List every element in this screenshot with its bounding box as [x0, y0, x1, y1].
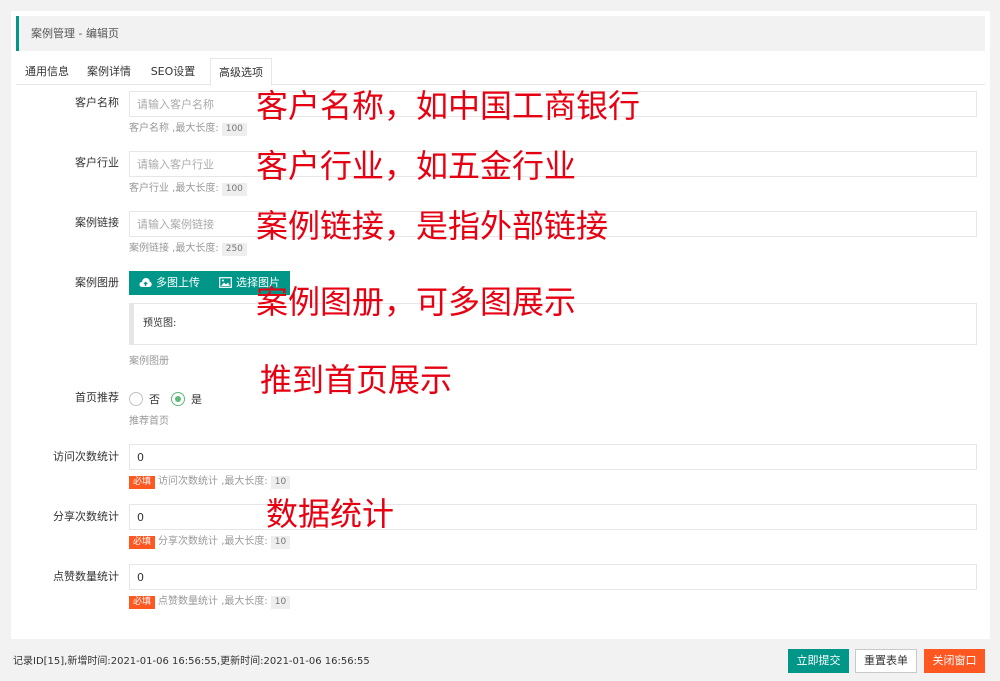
case-link-label: 案例链接	[75, 216, 119, 229]
visits-input[interactable]	[129, 444, 977, 470]
gallery-label: 案例图册	[75, 276, 119, 289]
annotation-case-link: 案例链接，是指外部链接	[256, 207, 609, 245]
radio-circle	[129, 392, 143, 406]
visits-hint: 必填 访问次数统计 ,最大长度: 10	[129, 474, 291, 490]
maxlen-badge: 250	[221, 243, 247, 256]
image-icon	[219, 276, 232, 288]
annotation-customer-industry: 客户行业，如五金行业	[256, 147, 577, 185]
cloud-upload-icon	[139, 277, 152, 287]
reset-button[interactable]: 重置表单	[855, 649, 917, 673]
hint-text: 分享次数统计 ,最大长度:	[158, 536, 268, 547]
breadcrumb: 案例管理 - 编辑页	[16, 16, 985, 51]
required-badge: 必填	[129, 596, 156, 609]
homepage-label: 首页推荐	[75, 391, 119, 404]
tab-general[interactable]: 通用信息	[16, 58, 78, 85]
likes-input[interactable]	[129, 564, 977, 590]
multi-upload-button[interactable]: 多图上传	[129, 271, 210, 295]
record-info: 记录ID[15],新增时间:2021-01-06 16:56:55,更新时间:2…	[13, 656, 370, 667]
close-window-button[interactable]: 关闭窗口	[924, 649, 985, 673]
maxlen-badge: 100	[221, 123, 247, 136]
hint-text: 客户名称 ,最大长度:	[129, 123, 219, 134]
shares-hint: 必填 分享次数统计 ,最大长度: 10	[129, 534, 291, 550]
annotation-gallery: 案例图册，可多图展示	[256, 283, 577, 321]
annotation-customer-name: 客户名称，如中国工商银行	[256, 87, 641, 125]
hint-text: 点赞数量统计 ,最大长度:	[158, 596, 268, 607]
hint-text: 访问次数统计 ,最大长度:	[158, 476, 268, 487]
shares-label: 分享次数统计	[53, 510, 119, 523]
customer-industry-label: 客户行业	[75, 156, 119, 169]
customer-industry-hint: 客户行业 ,最大长度: 100	[129, 181, 247, 197]
annotation-homepage: 推到首页展示	[260, 361, 453, 399]
radio-yes-label: 是	[191, 393, 202, 406]
hint-text: 案例链接 ,最大长度:	[129, 243, 219, 254]
annotation-statistics: 数据统计	[266, 495, 395, 533]
maxlen-badge: 10	[270, 476, 291, 489]
tab-case-details[interactable]: 案例详情	[78, 58, 140, 85]
tab-bar: 通用信息 案例详情 SEO设置 高级选项	[16, 58, 985, 86]
preview-label: 预览图:	[143, 318, 177, 329]
submit-button[interactable]: 立即提交	[788, 649, 849, 673]
likes-label: 点赞数量统计	[53, 570, 119, 583]
hint-text: 客户行业 ,最大长度:	[129, 183, 219, 194]
customer-name-hint: 客户名称 ,最大长度: 100	[129, 121, 247, 137]
required-badge: 必填	[129, 476, 156, 489]
case-link-hint: 案例链接 ,最大长度: 250	[129, 241, 247, 257]
homepage-radio-yes[interactable]: 是	[171, 391, 202, 407]
visits-label: 访问次数统计	[53, 450, 119, 463]
radio-circle-checked	[171, 392, 185, 406]
maxlen-badge: 100	[221, 183, 247, 196]
maxlen-badge: 10	[270, 536, 291, 549]
homepage-radio-no[interactable]: 否	[129, 391, 160, 407]
tab-seo[interactable]: SEO设置	[140, 58, 206, 85]
tab-advanced[interactable]: 高级选项	[210, 58, 272, 86]
likes-hint: 必填 点赞数量统计 ,最大长度: 10	[129, 594, 291, 610]
required-badge: 必填	[129, 536, 156, 549]
customer-name-label: 客户名称	[75, 96, 119, 109]
homepage-hint: 推荐首页	[129, 416, 169, 427]
radio-no-label: 否	[149, 393, 160, 406]
multi-upload-label: 多图上传	[156, 276, 200, 289]
gallery-hint: 案例图册	[129, 356, 169, 367]
maxlen-badge: 10	[270, 596, 291, 609]
shares-input[interactable]	[129, 504, 977, 530]
